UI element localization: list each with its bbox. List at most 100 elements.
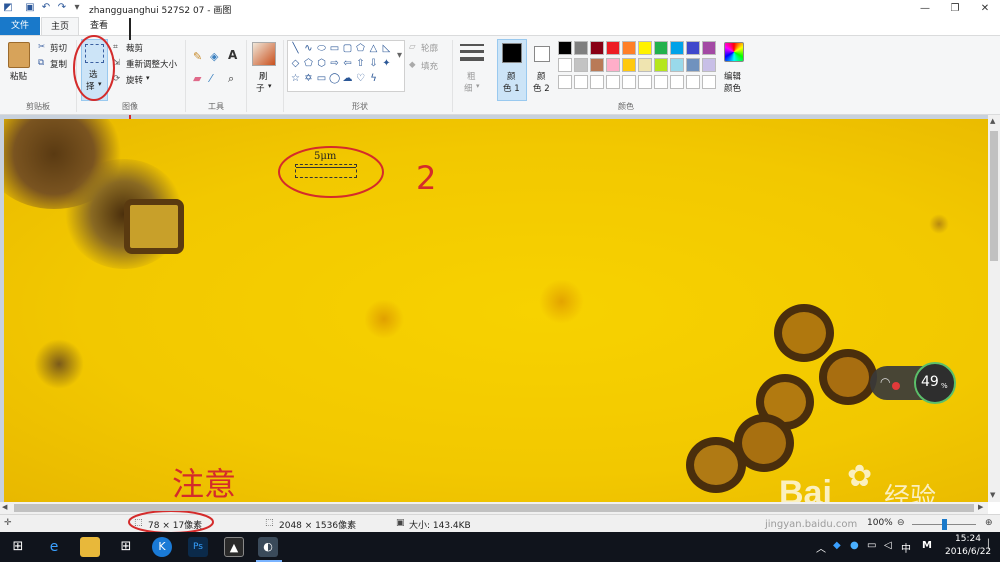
ime-indicator[interactable]: 中	[901, 540, 911, 555]
copy-button[interactable]: 复制	[50, 58, 67, 70]
callout-cloud-shape-icon[interactable]: ☁	[342, 73, 353, 84]
color-swatch[interactable]	[590, 41, 604, 55]
eraser-icon[interactable]: ▰	[193, 72, 201, 85]
fill-button[interactable]: 填充	[421, 60, 438, 72]
color-swatch[interactable]	[574, 41, 588, 55]
callout-oval-shape-icon[interactable]: ◯	[329, 73, 340, 84]
shapes-scroll-icon[interactable]: ▾	[394, 50, 405, 61]
quick-access-dropdown-icon[interactable]: ▾	[71, 2, 83, 14]
restore-icon[interactable]: ❐	[940, 0, 970, 17]
custom-color-swatch[interactable]	[558, 75, 572, 89]
tab-home[interactable]: 主页	[41, 17, 79, 35]
tray-kugou-icon[interactable]: ●	[850, 540, 859, 551]
up-arrow-shape-icon[interactable]: ⇧	[355, 58, 366, 69]
color-swatch[interactable]	[670, 58, 684, 72]
tray-chevron-icon[interactable]: ︿	[816, 540, 826, 555]
color-swatch[interactable]	[654, 41, 668, 55]
color-swatch[interactable]	[558, 58, 572, 72]
fill-bucket-icon[interactable]: ◈	[210, 50, 218, 63]
paste-button[interactable]: 粘贴	[10, 70, 27, 82]
crop-button[interactable]: 裁剪	[126, 42, 143, 54]
hexagon-shape-icon[interactable]: ⬡	[316, 58, 327, 69]
close-icon[interactable]: ✕	[970, 0, 1000, 17]
scroll-right-icon[interactable]: ▶	[978, 503, 983, 511]
color-swatch[interactable]	[638, 41, 652, 55]
color-swatch[interactable]	[686, 41, 700, 55]
curve-shape-icon[interactable]: ∿	[303, 43, 314, 54]
redo-icon[interactable]: ↷	[56, 2, 68, 14]
photos-icon[interactable]: ▲	[224, 537, 244, 557]
color-swatch[interactable]	[702, 41, 716, 55]
outline-button[interactable]: 轮廓	[421, 42, 438, 54]
color-swatch[interactable]	[638, 58, 652, 72]
color-swatch[interactable]	[702, 58, 716, 72]
color-swatch[interactable]	[686, 58, 700, 72]
color-swatch[interactable]	[606, 58, 620, 72]
photoshop-icon[interactable]: Ps	[188, 537, 208, 557]
undo-icon[interactable]: ↶	[40, 2, 52, 14]
color-swatch[interactable]	[590, 58, 604, 72]
color-swatch[interactable]	[654, 58, 668, 72]
tray-network-icon[interactable]: ▭	[867, 540, 876, 551]
custom-color-swatch[interactable]	[702, 75, 716, 89]
color-picker-icon[interactable]: ⁄	[210, 72, 212, 85]
paint-taskbar-icon[interactable]: ◐	[258, 537, 278, 557]
color-swatch[interactable]	[606, 41, 620, 55]
callout-rect-shape-icon[interactable]: ▭	[316, 73, 327, 84]
diamond-shape-icon[interactable]: ◇	[290, 58, 301, 69]
rounded-rectangle-shape-icon[interactable]: ▢	[342, 43, 353, 54]
custom-color-swatch[interactable]	[590, 75, 604, 89]
custom-color-swatch[interactable]	[606, 75, 620, 89]
color-swatch[interactable]	[558, 41, 572, 55]
pentagon-shape-icon[interactable]: ⬠	[303, 58, 314, 69]
zoom-in-icon[interactable]: ⊕	[985, 518, 993, 528]
vertical-scroll-thumb[interactable]	[990, 131, 998, 261]
edge-browser-icon[interactable]: e	[44, 537, 64, 557]
size-icon[interactable]	[460, 44, 484, 46]
file-explorer-icon[interactable]	[80, 537, 100, 557]
lightning-shape-icon[interactable]: ϟ	[368, 73, 379, 84]
store-icon[interactable]: ⊞	[116, 537, 136, 557]
zoom-out-icon[interactable]: ⊖	[897, 518, 905, 528]
four-point-star-shape-icon[interactable]: ✦	[381, 58, 392, 69]
cut-button[interactable]: 剪切	[50, 42, 67, 54]
magnifier-icon[interactable]: ⌕	[228, 72, 234, 86]
pencil-icon[interactable]: ✎	[193, 50, 202, 63]
show-desktop-button[interactable]: ▏	[988, 540, 995, 550]
custom-color-swatch[interactable]	[638, 75, 652, 89]
windows-start-icon[interactable]: ⊞	[8, 537, 28, 557]
scroll-up-icon[interactable]: ▲	[990, 117, 995, 125]
text-tool-icon[interactable]: A	[228, 48, 237, 62]
custom-color-swatch[interactable]	[622, 75, 636, 89]
clock-date[interactable]: 2016/6/22	[945, 547, 991, 557]
tab-view[interactable]: 查看	[80, 17, 118, 35]
resize-button[interactable]: 重新调整大小	[126, 58, 177, 70]
rectangle-shape-icon[interactable]: ▭	[329, 43, 340, 54]
tray-app-icon[interactable]: ◆	[833, 540, 841, 551]
brush-icon[interactable]	[252, 42, 276, 66]
right-arrow-shape-icon[interactable]: ⇨	[329, 58, 340, 69]
edit-colors-button[interactable]: 编辑	[724, 70, 741, 82]
oval-shape-icon[interactable]: ⬭	[316, 43, 327, 54]
left-arrow-shape-icon[interactable]: ⇦	[342, 58, 353, 69]
color2-swatch[interactable]	[534, 46, 550, 62]
color-swatch[interactable]	[622, 41, 636, 55]
edit-colors-icon[interactable]	[724, 42, 744, 62]
color-swatch[interactable]	[574, 58, 588, 72]
save-icon[interactable]: ▣	[24, 2, 36, 14]
right-triangle-shape-icon[interactable]: ◺	[381, 43, 392, 54]
minimize-icon[interactable]: —	[910, 0, 940, 17]
color-swatch[interactable]	[670, 41, 684, 55]
polygon-shape-icon[interactable]: ⬠	[355, 43, 366, 54]
color-swatch[interactable]	[622, 58, 636, 72]
heart-shape-icon[interactable]: ♡	[355, 73, 366, 84]
down-arrow-shape-icon[interactable]: ⇩	[368, 58, 379, 69]
vertical-scrollbar[interactable]: ▲ ▼	[988, 115, 1000, 502]
five-point-star-shape-icon[interactable]: ☆	[290, 73, 301, 84]
custom-color-swatch[interactable]	[574, 75, 588, 89]
kugou-icon[interactable]: K	[152, 537, 172, 557]
tray-volume-icon[interactable]: ◁	[884, 540, 892, 551]
scroll-down-icon[interactable]: ▼	[990, 491, 995, 499]
brushes-label[interactable]: 刷	[259, 70, 268, 82]
six-point-star-shape-icon[interactable]: ✡	[303, 73, 314, 84]
